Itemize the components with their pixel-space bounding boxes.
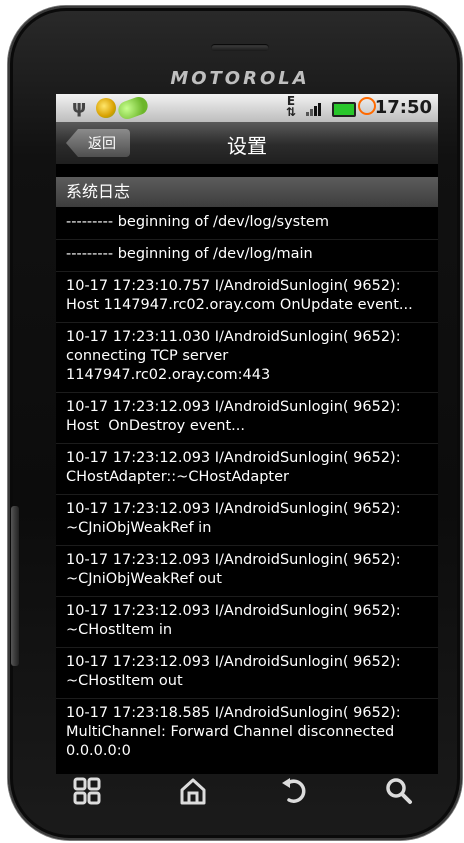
log-entry: 10-17 17:23:12.093 I/AndroidSunlogin( 96… xyxy=(56,444,438,495)
side-volume-key[interactable] xyxy=(11,506,19,666)
navigation-bar xyxy=(48,768,430,814)
status-time: 17:50 xyxy=(374,97,432,118)
log-entry: --------- beginning of /dev/log/system xyxy=(56,208,438,240)
screen: ψ E ⇅ 17:50 返回 设置 系统日志 --------- beginni… xyxy=(56,94,438,774)
grid-menu-icon[interactable] xyxy=(70,774,104,808)
log-entry: 10-17 17:23:12.093 I/AndroidSunlogin( 96… xyxy=(56,393,438,444)
alarm-icon xyxy=(358,97,376,115)
pea-app-notification-icon xyxy=(115,94,151,122)
page-title: 设置 xyxy=(227,134,267,158)
log-entry: 10-17 17:23:12.093 I/AndroidSunlogin( 96… xyxy=(56,495,438,546)
earpiece-speaker xyxy=(211,44,269,51)
log-entry: 10-17 17:23:11.030 I/AndroidSunlogin( 96… xyxy=(56,323,438,393)
log-entry: 10-17 17:23:12.093 I/AndroidSunlogin( 96… xyxy=(56,648,438,699)
phone-frame: MOTOROLA ψ E ⇅ 17:50 返回 设置 系统日志 --------… xyxy=(8,6,462,840)
title-bar: 返回 设置 xyxy=(56,122,438,165)
back-arrow-icon[interactable] xyxy=(278,774,312,808)
log-list[interactable]: --------- beginning of /dev/log/system -… xyxy=(56,208,438,768)
signal-icon xyxy=(306,102,324,116)
log-entry: 10-17 17:23:12.093 I/AndroidSunlogin( 96… xyxy=(56,597,438,648)
usb-icon: ψ xyxy=(72,97,87,118)
data-arrows-icon: ⇅ xyxy=(286,105,297,119)
status-bar: ψ E ⇅ 17:50 xyxy=(56,94,438,122)
log-entry: 10-17 17:23:18.585 I/AndroidSunlogin( 96… xyxy=(56,699,438,768)
app-notification-icon xyxy=(96,98,116,118)
home-icon[interactable] xyxy=(176,774,210,808)
data-indicator: E ⇅ xyxy=(286,95,297,119)
section-header: 系统日志 xyxy=(56,177,438,207)
log-entry: --------- beginning of /dev/log/main xyxy=(56,240,438,272)
battery-icon xyxy=(332,102,356,117)
log-entry: 10-17 17:23:10.757 I/AndroidSunlogin( 96… xyxy=(56,272,438,323)
search-icon[interactable] xyxy=(382,774,416,808)
log-entry: 10-17 17:23:12.093 I/AndroidSunlogin( 96… xyxy=(56,546,438,597)
brand-logo: MOTOROLA xyxy=(170,68,310,89)
